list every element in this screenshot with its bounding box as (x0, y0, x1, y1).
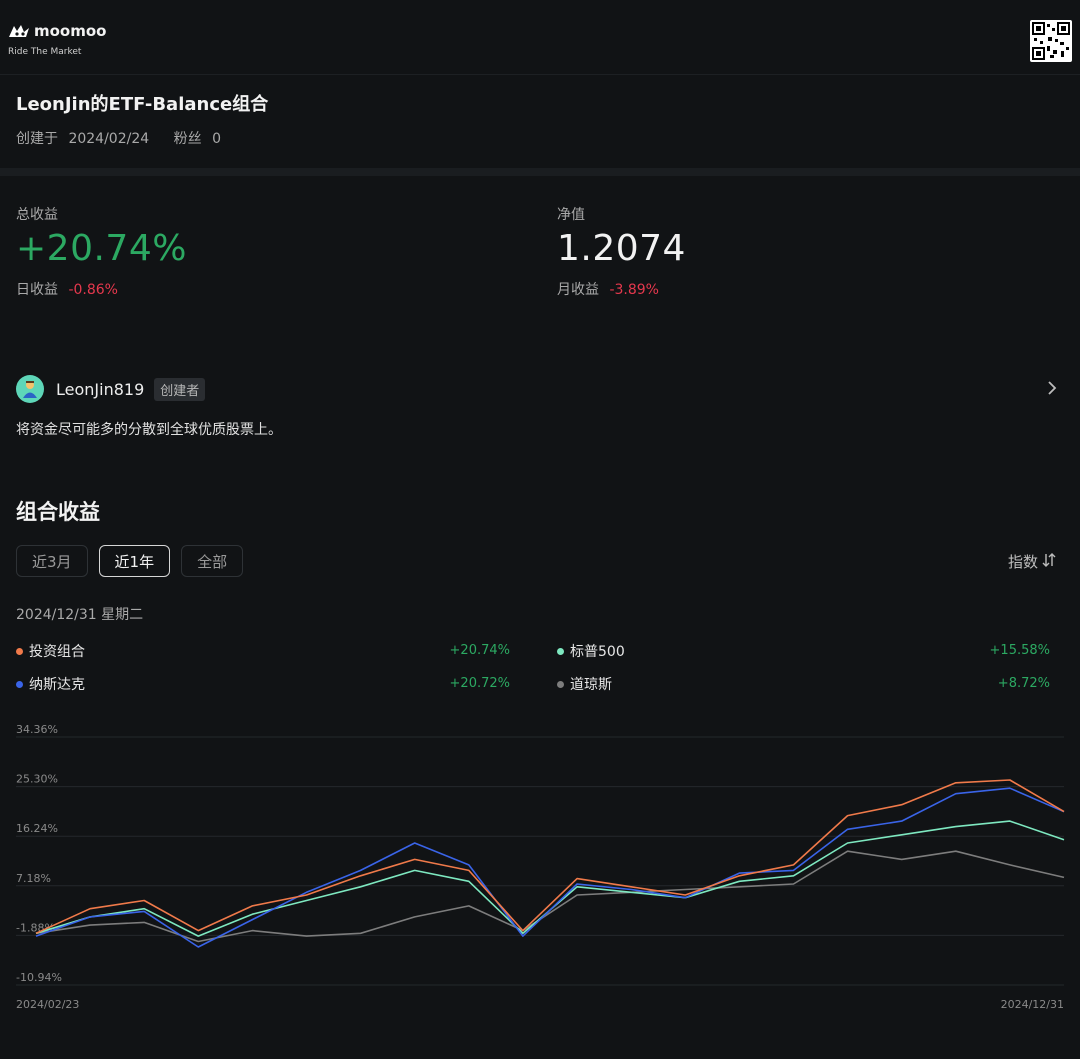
top-bar: moomoo Ride The Market (0, 0, 1080, 75)
legend-dot (16, 647, 23, 655)
avatar-person-icon (23, 381, 37, 398)
legend-sp500: 标普500 (557, 641, 625, 661)
total-return-value: +20.74% (16, 228, 187, 269)
daily-return-label: 日收益 (16, 282, 58, 298)
y-tick-label: -10.94% (16, 971, 62, 984)
legend-value-portfolio: +20.74% (449, 643, 510, 658)
created-label: 创建于 (16, 131, 58, 147)
y-tick-label: 25.30% (16, 773, 58, 786)
monthly-return-label: 月收益 (557, 282, 599, 298)
tab-1-year[interactable]: 近1年 (98, 545, 171, 577)
total-return-label: 总收益 (16, 207, 58, 223)
period-tabs: 近3月 近1年 全部 (16, 545, 244, 577)
y-tick-label: 16.24% (16, 822, 58, 835)
chevron-right-icon[interactable] (1046, 379, 1058, 401)
fans-label: 粉丝 (173, 131, 202, 147)
brand-tagline: Ride The Market (8, 47, 82, 57)
daily-return-value: -0.86% (68, 282, 118, 298)
creator-name[interactable]: LeonJin819 (56, 380, 144, 399)
legend-value-nasdaq: +20.72% (449, 676, 510, 691)
legend-dot (557, 647, 564, 655)
tab-3-months[interactable]: 近3月 (16, 545, 88, 577)
legend-portfolio: 投资组合 (16, 641, 85, 661)
selected-date: 2024/12/31 星期二 (16, 607, 144, 623)
fans-count: 0 (212, 131, 221, 147)
portfolio-meta: 创建于 2024/02/24 粉丝 0 (16, 128, 268, 148)
chart-canvas: 34.36%25.30%16.24%7.18%-1.88%-10.94%2024… (16, 725, 1065, 1011)
legend-dot (557, 680, 564, 688)
portfolio-header: LeonJin的ETF-Balance组合 创建于 2024/02/24 粉丝 … (16, 90, 268, 148)
nav-block: 净值 1.2074 月收益 -3.89% (557, 204, 686, 299)
legend-value-sp500: +15.58% (989, 643, 1050, 658)
creator-description: 将资金尽可能多的分散到全球优质股票上。 (16, 422, 282, 438)
section-title: 组合收益 (16, 500, 100, 524)
performance-chart[interactable]: 34.36% 25.30% 16.24% 7.18% -1.88% -10.94% 2024… (0, 725, 1080, 1025)
moomoo-logo-icon (8, 23, 30, 39)
daily-return: 日收益 -0.86% (16, 279, 187, 299)
legend-label: 纳斯达克 (29, 677, 85, 693)
y-tick-label: 34.36% (16, 725, 58, 736)
creator-card[interactable]: LeonJin819 创建者 将资金尽可能多的分散到全球优质股票上。 (16, 375, 1066, 439)
x-start-label: 2024/02/23 (16, 998, 79, 1011)
avatar[interactable] (16, 375, 44, 403)
legend-dot (16, 680, 23, 688)
total-return-block: 总收益 +20.74% 日收益 -0.86% (16, 204, 187, 299)
qr-code-icon (1030, 20, 1072, 62)
series-line-dow (35, 850, 1065, 943)
legend-nasdaq: 纳斯达克 (16, 674, 85, 694)
brand[interactable]: moomoo Ride The Market (8, 22, 106, 57)
created-date: 2024/02/24 (68, 131, 150, 147)
legend-label: 投资组合 (29, 644, 85, 660)
series-line-nasdaq (35, 787, 1065, 948)
creator-badge: 创建者 (154, 377, 206, 401)
legend-label: 标普500 (570, 644, 625, 660)
monthly-return: 月收益 -3.89% (557, 279, 686, 299)
legend-label: 道琼斯 (570, 677, 612, 693)
page-title: LeonJin的ETF-Balance组合 (16, 94, 269, 115)
y-tick-label: 7.18% (16, 872, 51, 885)
nav-label: 净值 (557, 207, 585, 223)
index-label: 指数 (1008, 553, 1039, 571)
nav-value: 1.2074 (557, 228, 686, 269)
monthly-return-value: -3.89% (609, 282, 659, 298)
legend-value-dow: +8.72% (997, 676, 1050, 691)
series-line-sp500 (35, 820, 1065, 937)
sort-icon (1042, 552, 1056, 572)
divider (0, 168, 1080, 176)
brand-name: moomoo (34, 22, 107, 40)
index-selector-button[interactable]: 指数 (1008, 551, 1056, 572)
tab-all[interactable]: 全部 (181, 545, 244, 577)
x-end-label: 2024/12/31 (1001, 998, 1064, 1011)
legend-dow: 道琼斯 (557, 674, 612, 694)
